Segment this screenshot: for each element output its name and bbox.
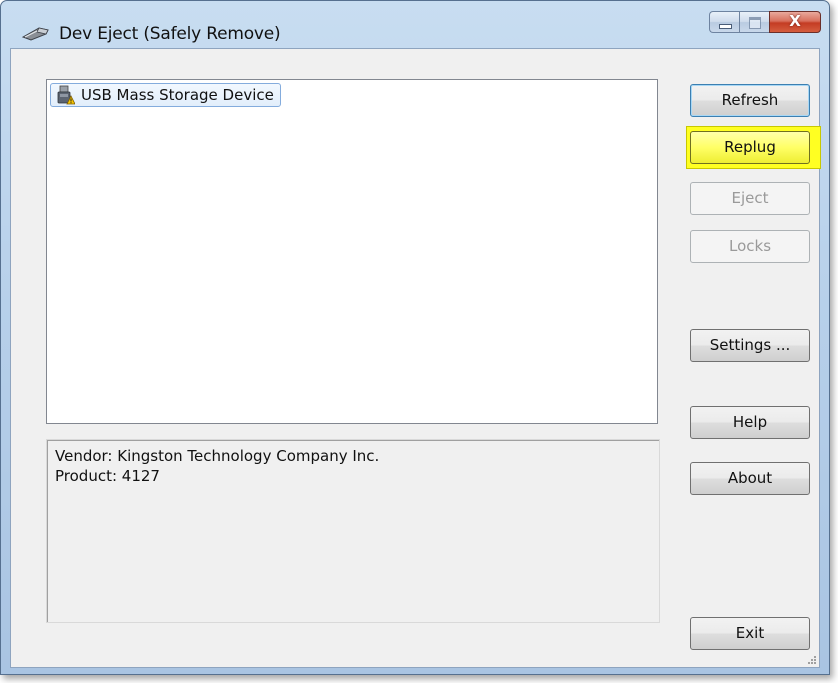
vendor-text: Vendor: Kingston Technology Company Inc. xyxy=(55,447,380,465)
app-window: Dev Eject (Safely Remove) X USB Mass Sto… xyxy=(0,0,830,675)
exit-button[interactable]: Exit xyxy=(690,617,810,650)
list-item-label: USB Mass Storage Device xyxy=(81,86,274,104)
maximize-button xyxy=(739,11,769,33)
usb-device-warning-icon xyxy=(57,85,75,105)
window-title: Dev Eject (Safely Remove) xyxy=(59,24,281,44)
list-item-usb-mass-storage[interactable]: USB Mass Storage Device xyxy=(50,83,281,107)
settings-button[interactable]: Settings ... xyxy=(690,329,810,362)
usb-drive-icon xyxy=(21,27,49,41)
minimize-icon xyxy=(719,24,732,29)
eject-button: Eject xyxy=(690,182,810,215)
locks-button: Locks xyxy=(690,230,810,263)
client-area: USB Mass Storage Device Vendor: Kingston… xyxy=(10,48,821,668)
replug-button[interactable]: Replug xyxy=(690,131,810,164)
minimize-button[interactable] xyxy=(709,11,739,33)
product-text: Product: 4127 xyxy=(55,467,160,485)
maximize-icon xyxy=(749,17,761,29)
help-button[interactable]: Help xyxy=(690,406,810,439)
device-list[interactable]: USB Mass Storage Device xyxy=(46,79,658,424)
resize-grip-icon[interactable] xyxy=(805,653,817,665)
close-button[interactable]: X xyxy=(769,11,821,33)
refresh-button[interactable]: Refresh xyxy=(690,84,810,117)
about-button[interactable]: About xyxy=(690,462,810,495)
caption-buttons: X xyxy=(709,11,821,37)
title-bar[interactable]: Dev Eject (Safely Remove) X xyxy=(1,1,829,47)
close-icon: X xyxy=(789,12,801,30)
device-info-pane: Vendor: Kingston Technology Company Inc.… xyxy=(46,439,660,623)
